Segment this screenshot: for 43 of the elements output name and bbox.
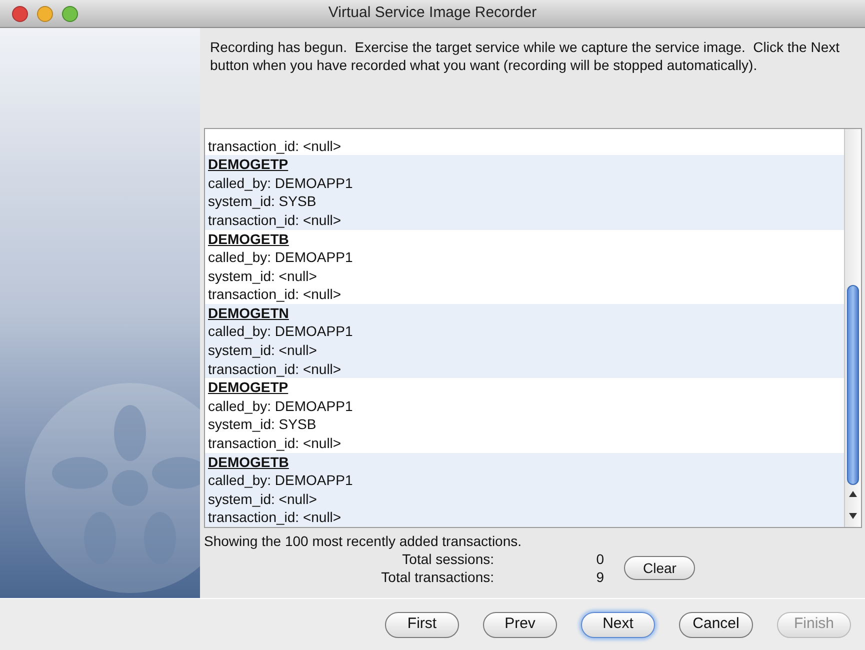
scroll-down-icon[interactable] [849, 513, 857, 519]
transaction-name: DEMOGETN [208, 304, 289, 322]
wizard-button[interactable]: First [385, 612, 459, 638]
transaction-name: DEMOGETB [208, 452, 289, 472]
transaction-field: transaction_id: <null> [208, 210, 342, 230]
transaction-field: transaction_id: <null> [208, 136, 342, 156]
wizard-button[interactable]: Prev [483, 612, 557, 638]
scrollbar-thumb[interactable] [847, 285, 859, 485]
transaction-field: system_id: SYSB [208, 415, 316, 434]
total-value: 0 [595, 550, 604, 568]
transaction-field: transaction_id: <null> [208, 285, 342, 304]
transaction-field: transaction_id: <null> [208, 508, 342, 527]
window-title: Virtual Service Image Recorder [328, 3, 537, 24]
transaction-row[interactable]: DEMOGETP called_by: DEMOAPP1 system_id: SYSB transaction_id: <null> [205, 155, 844, 230]
transaction-field: system_id: <null> [208, 341, 317, 360]
total-value: 9 [595, 568, 604, 586]
transaction-field: called_by: DEMOAPP1 [208, 471, 353, 490]
transaction-field: system_id: <null> [208, 266, 317, 286]
transaction-row[interactable]: DEMOGETN called_by: DEMOAPP1 system_id: <null> transaction_id: <null> [205, 304, 844, 378]
transaction-field: system_id: <null> [208, 490, 317, 508]
wizard-button[interactable]: Cancel [679, 612, 753, 638]
total-label: Total transactions: [380, 568, 494, 586]
wizard-button[interactable]: Next [581, 612, 655, 638]
transaction-field: transaction_id: <null> [208, 360, 342, 378]
transaction-name: DEMOGETB [208, 230, 289, 248]
close-icon[interactable] [12, 6, 28, 22]
transaction-field: system_id: SYSB [208, 192, 316, 211]
transaction-field: transaction_id: <null> [208, 434, 342, 453]
scroll-up-icon[interactable] [849, 491, 857, 497]
scrollbar[interactable] [844, 129, 861, 527]
transaction-field: called_by: DEMOAPP1 [208, 322, 353, 342]
instructions-text: Recording has begun. Exercise the target service while we capture the service image. Click the Next button when you have recorded what you want (recording will be stopped automatically). [209, 38, 841, 75]
clear-button[interactable]: Clear [624, 556, 696, 580]
status-text: Showing the 100 most recently added transactions. [204, 532, 523, 550]
transaction-field: called_by: DEMOAPP1 [208, 248, 353, 267]
zoom-icon[interactable] [62, 6, 78, 22]
transaction-name: DEMOGETP [208, 155, 288, 174]
transaction-field: called_by: DEMOAPP1 [208, 396, 353, 416]
transaction-field: called_by: DEMOAPP1 [208, 174, 353, 192]
transaction-row[interactable]: DEMOGETB called_by: DEMOAPP1 system_id: <null> transaction_id: <null> [205, 230, 844, 304]
transaction-row[interactable]: DEMOGETB called_by: DEMOAPP1 system_id: <null> transaction_id: <null> [205, 452, 844, 527]
total-label: Total sessions: [401, 550, 494, 568]
transaction-name: DEMOGETP [208, 378, 288, 397]
